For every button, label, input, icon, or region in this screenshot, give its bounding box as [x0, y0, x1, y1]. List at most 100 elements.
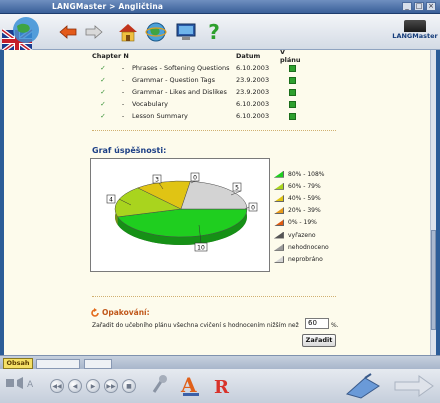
table-header: Chapter N Datum V plánu: [92, 50, 304, 64]
header-chapter: Chapter N: [92, 52, 129, 60]
plan-checkbox[interactable]: [280, 64, 304, 72]
opakovani-title: Opakování:: [102, 308, 150, 317]
legend-item: 20% - 39%: [274, 205, 329, 217]
row-date: 6.10.2003: [236, 112, 270, 120]
tab-obsah[interactable]: Obsah: [3, 358, 33, 369]
row-lesson-name: Grammar - Likes and Dislikes: [132, 88, 227, 96]
svg-text:0: 0: [251, 204, 255, 211]
forward-arrow-icon[interactable]: [82, 20, 106, 44]
maximize-button[interactable]: □: [414, 2, 424, 11]
check-icon: ✓: [100, 112, 106, 120]
header-plan: V plánu: [280, 50, 301, 64]
zaradit-button[interactable]: Zařadit: [302, 334, 336, 347]
svg-text:A: A: [27, 380, 34, 390]
table-row[interactable]: ✓ - Grammar - Likes and Dislikes 23.9.20…: [92, 86, 304, 98]
content-area: Chapter N Datum V plánu ✓ - Phrases - So…: [4, 50, 430, 355]
graf-title: Graf úspěšnosti:: [92, 146, 167, 155]
check-icon: ✓: [100, 76, 106, 84]
stop-button-icon[interactable]: ■: [122, 379, 136, 393]
threshold-input[interactable]: 60: [305, 318, 329, 329]
legend-label: neprobráno: [288, 255, 323, 263]
pie-data-label: 0: [248, 202, 258, 211]
row-dash: -: [121, 100, 125, 108]
opakovani-text: Zařadit do učebního plánu všechna cvičen…: [92, 322, 299, 329]
row-lesson-name: Grammar - Question Tags: [132, 76, 216, 84]
close-button[interactable]: ×: [426, 2, 436, 11]
help-glyph: ?: [208, 20, 220, 44]
check-icon: ✓: [100, 100, 106, 108]
rewind-button-icon[interactable]: ◀◀: [50, 379, 64, 393]
back-button-icon[interactable]: ◀: [68, 379, 82, 393]
legend-swatch: [274, 207, 284, 215]
legend-item: 0% - 19%: [274, 217, 329, 229]
plan-checkbox[interactable]: [280, 88, 304, 96]
legend-swatch: [274, 194, 284, 202]
row-date: 6.10.2003: [236, 100, 270, 108]
play-button-icon[interactable]: ▶: [86, 379, 100, 393]
row-lesson-name: Vocabulary: [132, 100, 169, 108]
table-row[interactable]: ✓ - Vocabulary 6.10.2003: [92, 98, 304, 110]
table-row[interactable]: ✓ - Lesson Summary 6.10.2003: [92, 110, 304, 122]
text-a-icon[interactable]: A: [178, 371, 204, 399]
plan-checkbox[interactable]: [280, 76, 304, 84]
plan-checkbox[interactable]: [280, 100, 304, 108]
header-datum: Datum: [236, 52, 261, 60]
pie-data-label: 10: [194, 242, 208, 251]
tab-second[interactable]: [36, 359, 80, 369]
svg-text:4: 4: [109, 196, 113, 203]
tab-third[interactable]: [84, 359, 112, 369]
back-arrow-icon[interactable]: [56, 20, 80, 44]
window-title: LANGMaster > Angličtina: [52, 2, 164, 11]
computer-icon[interactable]: [174, 20, 198, 44]
legend-item: neprobráno: [274, 253, 329, 265]
pie-data-label: 4: [106, 194, 116, 203]
vertical-scrollbar[interactable]: [430, 50, 436, 355]
scrollbar-thumb[interactable]: [431, 230, 436, 330]
forward-button-icon[interactable]: ▶▶: [104, 379, 118, 393]
svg-text:3: 3: [155, 176, 159, 183]
globe-network-icon[interactable]: [144, 20, 168, 44]
brand-name: LANGMaster: [392, 32, 438, 40]
pie-chart-box: 10 4 3 0 5 0: [90, 158, 270, 272]
table-row[interactable]: ✓ - Grammar - Question Tags 23.9.2003: [92, 74, 304, 86]
table-row[interactable]: ✓ - Phrases - Softening Questions 6.10.2…: [92, 62, 304, 74]
row-lesson-name: Phrases - Softening Questions: [132, 64, 230, 72]
row-date: 23.9.2003: [236, 76, 270, 84]
title-bar: LANGMaster > Angličtina _ □ ×: [0, 0, 440, 14]
langmaster-logo: LANGMaster: [392, 20, 438, 50]
legend-swatch: [274, 255, 284, 263]
home-icon[interactable]: [116, 20, 140, 44]
check-icon: ✓: [100, 64, 106, 72]
record-r-icon[interactable]: R: [210, 373, 234, 399]
bottom-toolbar: A ◀◀ ◀ ▶ ▶▶ ■ A R: [0, 369, 440, 403]
divider: [92, 130, 336, 131]
legend-item: vyřazeno: [274, 229, 329, 241]
check-icon: ✓: [100, 88, 106, 96]
row-date: 23.9.2003: [236, 88, 270, 96]
row-date: 6.10.2003: [236, 64, 270, 72]
legend-swatch: [274, 170, 284, 178]
chart-legend: 80% - 108% 60% - 79% 40% - 59% 20% - 39% 0% …: [274, 168, 329, 266]
plan-checkbox[interactable]: [280, 112, 304, 120]
legend-swatch: [274, 219, 284, 227]
row-lesson-name: Lesson Summary: [132, 112, 188, 120]
pie-data-label: 0: [190, 172, 200, 181]
microphone-icon[interactable]: [148, 373, 170, 397]
row-dash: -: [121, 76, 125, 84]
refresh-icon: [91, 308, 99, 317]
lesson-table: Chapter N Datum V plánu ✓ - Phrases - So…: [92, 50, 304, 122]
minimize-button[interactable]: _: [402, 2, 412, 11]
exercise-arrow-icon[interactable]: [344, 371, 382, 401]
row-dash: -: [121, 88, 125, 96]
legend-swatch: [274, 243, 284, 251]
legend-label: 40% - 59%: [288, 194, 321, 202]
legend-item: 80% - 108%: [274, 168, 329, 180]
window-controls: _ □ ×: [402, 2, 436, 11]
row-dash: -: [121, 112, 125, 120]
toolbar: ? LANGMaster: [0, 14, 440, 54]
next-arrow-icon[interactable]: [392, 373, 436, 399]
help-question-icon[interactable]: ?: [202, 20, 226, 44]
pie-data-label: 5: [232, 182, 242, 191]
tools-icon[interactable]: A: [4, 373, 42, 393]
svg-text:0: 0: [193, 174, 197, 181]
